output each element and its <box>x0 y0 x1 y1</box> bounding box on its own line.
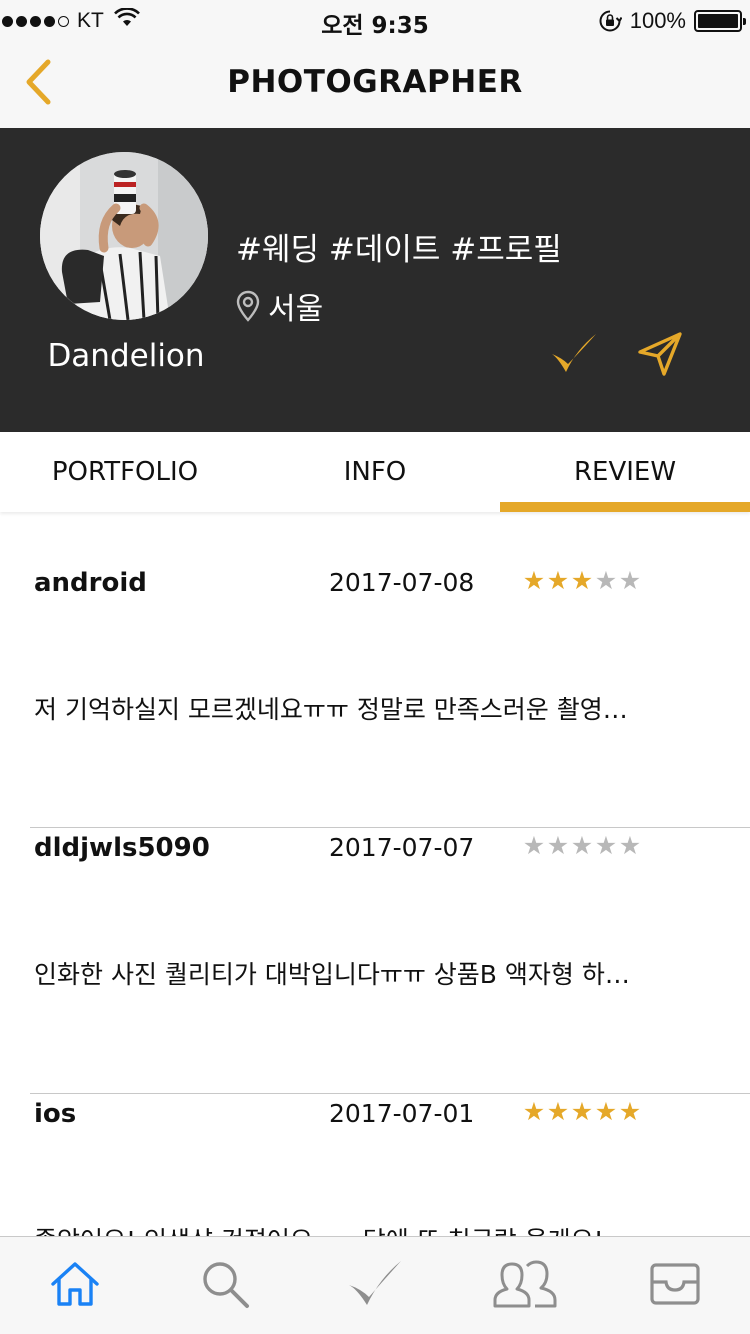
star-filled-icon: ★ <box>522 566 546 595</box>
users-icon <box>491 1258 559 1314</box>
profile-header: Dandelion #웨딩 #데이트 #프로필 서울 <box>0 128 750 432</box>
star-filled-icon: ★ <box>594 1097 618 1126</box>
tab-bar-check[interactable] <box>300 1237 450 1334</box>
star-filled-icon: ★ <box>522 1097 546 1126</box>
location-label: 서울 <box>268 292 324 327</box>
tab-bar-home[interactable] <box>0 1237 150 1334</box>
review-date: 2017-07-01 <box>329 1099 475 1128</box>
home-icon <box>49 1260 101 1312</box>
star-filled-icon: ★ <box>546 566 570 595</box>
specialty-tags: #웨딩 #데이트 #프로필 <box>236 232 562 268</box>
profile-tabs: PORTFOLIO INFO REVIEW <box>0 432 750 512</box>
bookmark-check-button[interactable] <box>546 328 602 380</box>
avatar <box>40 152 208 320</box>
star-rating: ★ ★ ★ ★ ★ <box>522 566 642 596</box>
review-item[interactable]: android 2017-07-08 ★ ★ ★ ★ ★ 저 기억하실지 모르겠네요ㅠㅠ… <box>0 512 750 778</box>
send-message-button[interactable] <box>634 328 686 380</box>
status-right: 100% <box>598 6 746 36</box>
review-date: 2017-07-08 <box>329 568 475 597</box>
checkmark-icon <box>345 1257 405 1315</box>
status-bar: KT 오전 9:35 100% <box>0 0 750 40</box>
review-text: 저 기억하실지 모르겠네요ㅠㅠ 정말로 만족스러운 촬영… <box>34 695 628 724</box>
location: 서울 <box>236 284 323 328</box>
bottom-tab-bar <box>0 1236 750 1334</box>
review-text: 좋았어요! 인생샷 건졌어요~~ 담에 또 친구랑 올게요! <box>34 1221 674 1236</box>
review-item[interactable]: dldjwls5090 2017-07-07 ★ ★ ★ ★ ★ 인화한 사진 퀄리티가… <box>0 827 750 1093</box>
divider <box>30 827 750 828</box>
tab-bar-inbox[interactable] <box>600 1237 750 1334</box>
star-filled-icon: ★ <box>618 1097 642 1126</box>
tab-portfolio[interactable]: PORTFOLIO <box>0 432 250 512</box>
battery-icon <box>694 10 746 32</box>
send-icon <box>634 332 686 384</box>
page-title: PHOTOGRAPHER <box>227 64 523 100</box>
star-filled-icon: ★ <box>570 566 594 595</box>
star-empty-icon: ★ <box>618 831 642 860</box>
star-rating: ★ ★ ★ ★ ★ <box>522 1097 642 1127</box>
star-empty-icon: ★ <box>618 566 642 595</box>
rotation-lock-icon <box>598 9 622 33</box>
star-empty-icon: ★ <box>522 831 546 860</box>
divider <box>30 1093 750 1094</box>
review-author: dldjwls5090 <box>34 833 210 863</box>
star-rating: ★ ★ ★ ★ ★ <box>522 831 642 861</box>
review-text: 인화한 사진 퀄리티가 대박입니다ㅠㅠ 상품B 액자형 하… <box>34 960 630 989</box>
navigation-bar: PHOTOGRAPHER <box>0 40 750 128</box>
review-author: ios <box>34 1099 77 1129</box>
review-date: 2017-07-07 <box>329 833 475 862</box>
tab-review[interactable]: REVIEW <box>500 432 750 512</box>
tab-bar-people[interactable] <box>450 1237 600 1334</box>
tab-info[interactable]: INFO <box>250 432 500 512</box>
review-author: android <box>34 568 147 598</box>
star-filled-icon: ★ <box>570 1097 594 1126</box>
checkmark-icon <box>546 334 602 384</box>
star-empty-icon: ★ <box>594 831 618 860</box>
tab-bar-search[interactable] <box>150 1237 300 1334</box>
review-item[interactable]: ios 2017-07-01 ★★★★★ 좋았어요! 인생샷 건졌어요~~ 담에… <box>0 1093 750 1236</box>
star-empty-icon: ★ <box>546 831 570 860</box>
battery-percentage: 100% <box>629 8 686 33</box>
search-icon <box>199 1258 251 1314</box>
star-empty-icon: ★ <box>594 566 618 595</box>
star-empty-icon: ★ <box>570 831 594 860</box>
inbox-icon <box>649 1262 701 1310</box>
star-filled-icon: ★ <box>546 1097 570 1126</box>
location-pin-icon <box>236 289 262 323</box>
review-list[interactable]: android 2017-07-08 ★ ★ ★ ★ ★ 저 기억하실지 모르겠네요ㅠㅠ… <box>0 512 750 1236</box>
photographer-name: Dandelion <box>47 338 205 374</box>
